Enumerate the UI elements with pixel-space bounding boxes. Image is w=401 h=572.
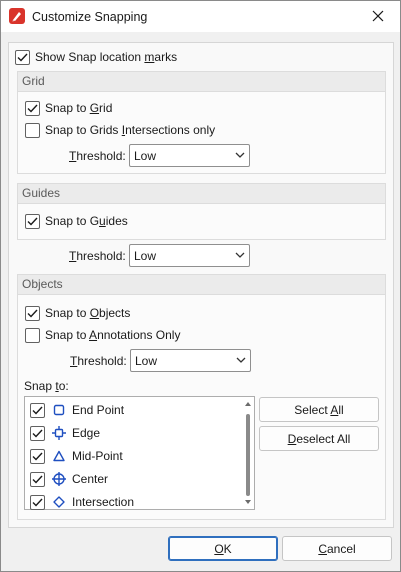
guides-threshold-label: Threshold: [69, 249, 126, 263]
checkmark-icon [17, 53, 28, 62]
edge-icon [52, 426, 66, 440]
checkbox-label: Snap to Annotations Only [45, 328, 181, 342]
list-item-mid-point[interactable]: Mid-Point [30, 446, 123, 466]
snap-to-grid-checkbox[interactable]: Snap to Grid [25, 98, 112, 118]
snap-to-annotations-checkbox[interactable]: Snap to Annotations Only [25, 325, 180, 345]
guides-group: Guides Snap to Guides [17, 183, 386, 240]
checkbox-label: Snap to Grids Intersections only [45, 123, 216, 137]
checkbox-box[interactable] [30, 448, 45, 464]
list-item-edge[interactable]: Edge [30, 423, 100, 443]
scroll-up-icon[interactable] [244, 400, 252, 408]
customize-snapping-dialog: Customize Snapping Show Snap location ma… [0, 0, 401, 572]
select-value: Low [134, 249, 157, 263]
checkbox-box [25, 327, 40, 343]
checkbox-label: Snap to Grid [45, 101, 113, 115]
close-icon [372, 10, 384, 22]
button-label: Cancel [318, 541, 356, 556]
grid-threshold-label: Threshold: [69, 149, 126, 163]
checkbox-box[interactable] [30, 494, 45, 510]
listbox-scrollbar[interactable] [243, 398, 253, 508]
checkbox-label: Snap to Objects [45, 306, 131, 320]
checkbox-box [25, 122, 40, 138]
snap-to-grid-intersections-checkbox[interactable]: Snap to Grids Intersections only [25, 120, 215, 140]
guides-threshold-select[interactable]: Low [129, 244, 250, 267]
snap-to-listbox[interactable]: End Point Edge Mid-Point Center Intersec… [24, 396, 255, 510]
checkbox-label: Snap to Guides [45, 214, 128, 228]
scroll-down-icon[interactable] [244, 498, 252, 506]
snap-to-objects-checkbox[interactable]: Snap to Objects [25, 303, 130, 323]
checkmark-icon [32, 452, 43, 461]
objects-group: Objects Snap to Objects Snap to Annotati… [17, 274, 386, 520]
checkbox-box[interactable] [30, 402, 45, 418]
button-label: OK [214, 541, 232, 556]
checkmark-icon [32, 498, 43, 507]
select-value: Low [135, 354, 158, 368]
grid-group: Grid Snap to Grid Snap to Grids Intersec… [17, 71, 386, 174]
button-label: Deselect All [287, 431, 351, 446]
checkbox-box [25, 213, 40, 229]
checkmark-icon [32, 429, 43, 438]
grid-threshold-select[interactable]: Low [129, 144, 250, 167]
close-button[interactable] [356, 1, 400, 31]
objects-threshold-select[interactable]: Low [130, 349, 251, 372]
checkmark-icon [27, 309, 38, 318]
title-bar: Customize Snapping [1, 1, 400, 32]
checkmark-icon [32, 475, 43, 484]
list-item-center[interactable]: Center [30, 469, 108, 489]
select-all-button[interactable]: Select All [259, 397, 379, 422]
checkbox-box [25, 100, 40, 116]
grid-group-header: Grid [18, 72, 385, 92]
list-item-intersection[interactable]: Intersection [30, 492, 134, 512]
guides-group-header: Guides [18, 184, 385, 204]
mid-point-icon [52, 449, 66, 463]
checkbox-box[interactable] [30, 471, 45, 487]
snap-to-label: Snap to: [24, 379, 69, 393]
checkbox-box [25, 305, 40, 321]
ok-button[interactable]: OK [168, 536, 278, 561]
intersection-icon [52, 495, 66, 509]
snap-to-guides-checkbox[interactable]: Snap to Guides [25, 211, 128, 231]
checkmark-icon [27, 217, 38, 226]
objects-threshold-label: Threshold: [70, 354, 127, 368]
chevron-down-icon [235, 152, 245, 158]
checkmark-icon [27, 104, 38, 113]
foxit-pdf-icon [9, 8, 25, 24]
checkbox-box[interactable] [30, 425, 45, 441]
window-title: Customize Snapping [32, 10, 148, 24]
dialog-body: Show Snap location marks Grid Snap to Gr… [1, 32, 400, 571]
show-snap-marks-checkbox[interactable]: Show Snap location marks [15, 47, 177, 67]
chevron-down-icon [236, 357, 246, 363]
list-item-label: Edge [72, 426, 101, 440]
button-label: Select All [294, 402, 344, 417]
select-value: Low [134, 149, 157, 163]
list-item-label: Intersection [72, 495, 135, 509]
list-item-label: End Point [72, 403, 125, 417]
end-point-icon [52, 403, 66, 417]
list-item-label: Center [72, 472, 109, 486]
list-item-label: Mid-Point [72, 449, 123, 463]
options-frame: Show Snap location marks Grid Snap to Gr… [8, 42, 394, 528]
list-item-end-point[interactable]: End Point [30, 400, 124, 420]
deselect-all-button[interactable]: Deselect All [259, 426, 379, 451]
cancel-button[interactable]: Cancel [282, 536, 392, 561]
objects-group-header: Objects [18, 275, 385, 295]
chevron-down-icon [235, 252, 245, 258]
checkmark-icon [32, 406, 43, 415]
center-icon [52, 472, 66, 486]
checkbox-box [15, 49, 30, 65]
scroll-thumb[interactable] [246, 414, 250, 496]
checkbox-label: Show Snap location marks [35, 50, 178, 64]
